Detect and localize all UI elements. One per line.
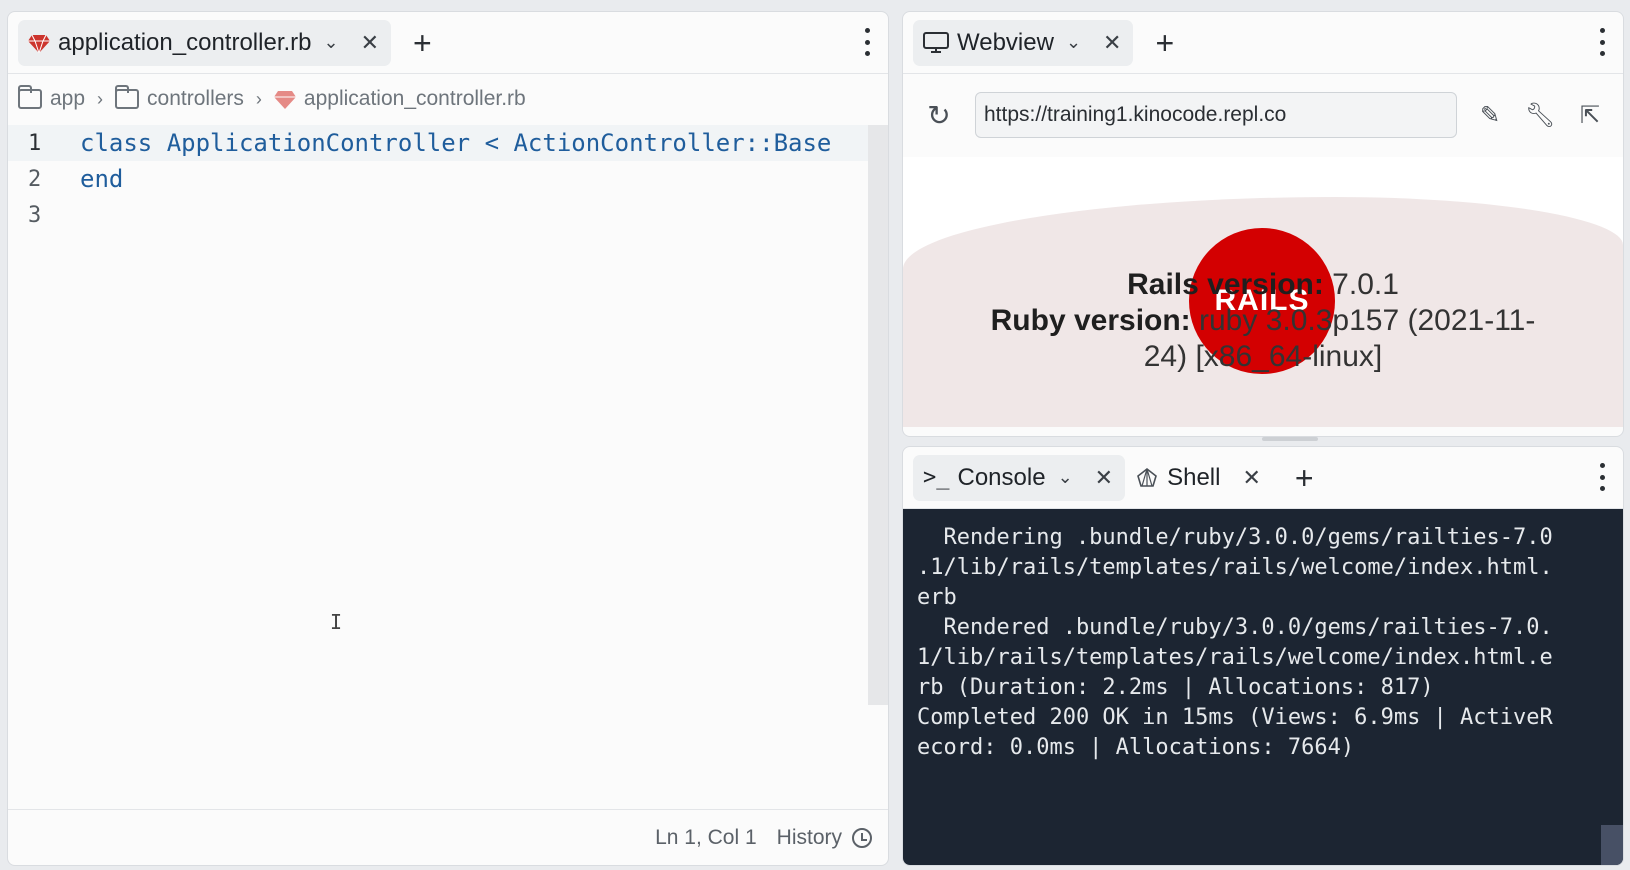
code-line[interactable]: 1 class ApplicationController < ActionCo…	[8, 125, 868, 161]
line-number: 1	[28, 130, 42, 156]
webview-content: RAILS Rails version: 7.0.1 Ruby version:…	[903, 157, 1623, 427]
folder-icon	[115, 85, 140, 109]
console-scrollbar[interactable]	[1601, 825, 1623, 865]
reload-icon[interactable]: ↻	[919, 99, 959, 132]
more-options-icon[interactable]	[864, 28, 870, 56]
url-text: https://training1.kinocode.repl.co	[984, 103, 1287, 126]
tab-console[interactable]: >_ Console ⌄ ✕	[913, 454, 1126, 501]
editor-tabbar: application_controller.rb ⌄ ✕ +	[8, 12, 888, 74]
history-label: History	[776, 825, 842, 849]
folder-icon	[18, 85, 42, 109]
close-icon[interactable]: ✕	[1103, 30, 1121, 56]
tab-application-controller[interactable]: application_controller.rb ⌄ ✕	[18, 19, 392, 66]
breadcrumb-item-controllers[interactable]: controllers	[147, 87, 244, 111]
more-options-icon[interactable]	[1599, 28, 1605, 56]
add-tab-button[interactable]: +	[1295, 462, 1314, 494]
tab-label: Shell	[1167, 463, 1221, 491]
code-editor[interactable]: 1 class ApplicationController < ActionCo…	[8, 125, 868, 695]
chevron-right-icon: ›	[255, 88, 262, 109]
code-text[interactable]: end	[58, 165, 123, 193]
cursor-position[interactable]: Ln 1, Col 1	[655, 826, 757, 850]
console-panel: >_ Console ⌄ ✕ Shell ✕ + Rendering .bund…	[902, 446, 1624, 866]
editor-statusbar: Ln 1, Col 1 History	[8, 809, 888, 865]
breadcrumb-item-file[interactable]: application_controller.rb	[304, 87, 526, 111]
chevron-down-icon[interactable]: ⌄	[1066, 32, 1081, 53]
rails-version-label: Rails version:	[1127, 268, 1324, 301]
ruby-file-icon	[28, 34, 50, 53]
more-options-icon[interactable]	[1599, 463, 1605, 491]
shell-icon	[1137, 467, 1158, 487]
chevron-down-icon[interactable]: ⌄	[1058, 467, 1073, 488]
code-line[interactable]: 3	[8, 197, 868, 233]
pane-resize-handle[interactable]	[1262, 437, 1318, 441]
history-icon	[852, 827, 872, 848]
ruby-file-icon	[273, 91, 296, 109]
console-tabbar: >_ Console ⌄ ✕ Shell ✕ +	[903, 447, 1623, 509]
ruby-version-value-cont: 24) [x86_64-linux]	[1143, 340, 1383, 373]
close-icon[interactable]: ✕	[1095, 465, 1113, 491]
monitor-icon	[923, 31, 949, 53]
text-cursor-icon: I	[330, 610, 343, 634]
chevron-right-icon: ›	[97, 88, 104, 109]
line-number: 3	[28, 202, 42, 228]
webview-panel: Webview ⌄ ✕ + ↻ https://training1.kinoco…	[902, 11, 1624, 437]
history-button[interactable]: History	[777, 826, 872, 850]
close-icon[interactable]: ✕	[361, 30, 379, 56]
close-icon[interactable]: ✕	[1242, 465, 1260, 491]
add-tab-button[interactable]: +	[413, 27, 432, 59]
tab-shell[interactable]: Shell ✕	[1125, 455, 1273, 501]
chevron-down-icon[interactable]: ⌄	[324, 32, 339, 53]
tab-webview[interactable]: Webview ⌄ ✕	[913, 19, 1134, 66]
edit-icon[interactable]: ✎	[1473, 101, 1507, 130]
ruby-version-value: ruby 3.0.3p157 (2021-11-	[1190, 304, 1536, 337]
wrench-icon[interactable]: 🔧︎	[1523, 101, 1557, 130]
code-text[interactable]: class ApplicationController < ActionCont…	[58, 129, 831, 157]
tab-label: Console	[957, 463, 1046, 491]
url-bar-row: ↻ https://training1.kinocode.repl.co ✎ 🔧…	[903, 74, 1623, 156]
editor-scrollbar[interactable]	[868, 125, 888, 705]
console-output[interactable]: Rendering .bundle/ruby/3.0.0/gems/railti…	[903, 509, 1623, 865]
code-line[interactable]: 2 end	[8, 161, 868, 197]
tab-label: Webview	[957, 28, 1054, 56]
breadcrumb: app › controllers › application_controll…	[8, 74, 888, 124]
tab-label: application_controller.rb	[58, 28, 312, 56]
add-tab-button[interactable]: +	[1155, 27, 1174, 59]
rails-version-value: 7.0.1	[1323, 268, 1399, 301]
editor-panel: application_controller.rb ⌄ ✕ + app › co…	[7, 11, 889, 866]
version-info: Rails version: 7.0.1 Ruby version: ruby …	[903, 267, 1623, 375]
ruby-version-label: Ruby version:	[990, 304, 1191, 337]
terminal-prompt-icon: >_	[923, 465, 950, 490]
open-external-icon[interactable]: ⇱	[1573, 101, 1607, 130]
line-number: 2	[28, 166, 42, 192]
breadcrumb-item-app[interactable]: app	[50, 87, 85, 111]
url-input[interactable]: https://training1.kinocode.repl.co	[975, 92, 1457, 138]
webview-tabbar: Webview ⌄ ✕ +	[903, 12, 1623, 74]
